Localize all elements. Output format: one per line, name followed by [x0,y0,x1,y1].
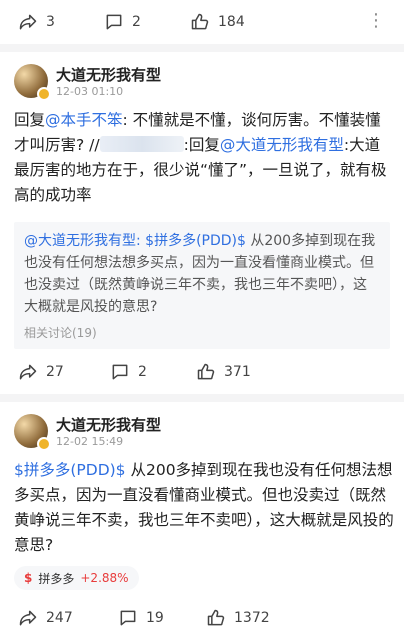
comment-icon [112,364,128,380]
thumbs-up-icon [197,363,215,380]
mention-link[interactable]: @大道无形我有型 [24,233,136,249]
avatar[interactable] [14,414,51,451]
timestamp: 12-03 01:10 [56,85,124,98]
verified-badge-icon [37,87,51,101]
stock-chip[interactable]: $ 拼多多 +2.88% [14,566,139,590]
like-count: 184 [218,14,245,30]
repost-count: 27 [46,364,64,380]
comment-action-bar: 27 2 371 [0,350,404,394]
divider [0,394,404,402]
comment-button[interactable]: 2 [104,12,141,32]
like-button[interactable]: 184 [190,12,245,32]
like-button[interactable]: 1372 [206,608,270,628]
quoted-post-text: @大道无形我有型: $拼多多(PDD)$ 从200多掉到现在我也没有任何想法想多… [24,233,376,315]
comment-icon [106,14,122,30]
thumbs-up-icon [191,13,209,30]
related-discussions[interactable]: 相关讨论(19) [24,324,380,341]
timestamp: 12-02 15:49 [56,435,124,448]
like-count: 1372 [234,610,270,626]
comment-icon [120,610,136,626]
avatar[interactable] [14,64,51,101]
mention-link[interactable]: @大道无形我有型 [220,136,344,154]
quoted-post[interactable]: @大道无形我有型: $拼多多(PDD)$ 从200多掉到现在我也没有任何想法想多… [14,222,390,349]
comment-action-bar: 247 19 1372 [0,596,404,640]
comment-body: 回复@本手不笨: 不懂就是不懂，谈何厉害。不懂装懂才叫厉害? //:回复@大道无… [14,111,387,204]
stock-change: +2.88% [80,571,129,585]
comment-button[interactable]: 19 [118,608,164,628]
comment-body: $拼多多(PDD)$ 从200多掉到现在我也没有任何想法想多买点，因为一直没看懂… [14,461,394,554]
repost-button[interactable]: 3 [18,12,55,32]
repost-button[interactable]: 247 [18,608,73,628]
mention-link[interactable]: @本手不笨 [45,111,123,129]
share-arrow-icon [19,610,37,626]
repost-count: 247 [46,610,73,626]
stock-symbol-icon: $ [24,571,33,585]
username[interactable]: 大道无形我有型 [56,414,161,435]
stock-link[interactable]: $拼多多(PDD)$ [14,461,126,479]
like-count: 371 [224,364,251,380]
repost-button[interactable]: 27 [18,362,64,382]
more-options-icon[interactable]: ⋮ [367,10,386,31]
divider [0,44,404,52]
comment-count: 2 [138,364,147,380]
redacted-username [99,136,184,152]
stock-name: 拼多多 [38,571,75,586]
stock-link[interactable]: $拼多多(PDD)$ [145,233,246,249]
comment-button[interactable]: 2 [110,362,147,382]
repost-count: 3 [46,14,55,30]
comment-count: 2 [132,14,141,30]
share-arrow-icon [19,364,37,380]
username[interactable]: 大道无形我有型 [56,64,161,85]
like-button[interactable]: 371 [196,362,251,382]
verified-badge-icon [37,437,51,451]
share-arrow-icon [19,14,37,30]
post-action-bar: 3 2 184 ⋮ [0,0,404,44]
thumbs-up-icon [207,609,225,626]
comment-count: 19 [146,610,164,626]
